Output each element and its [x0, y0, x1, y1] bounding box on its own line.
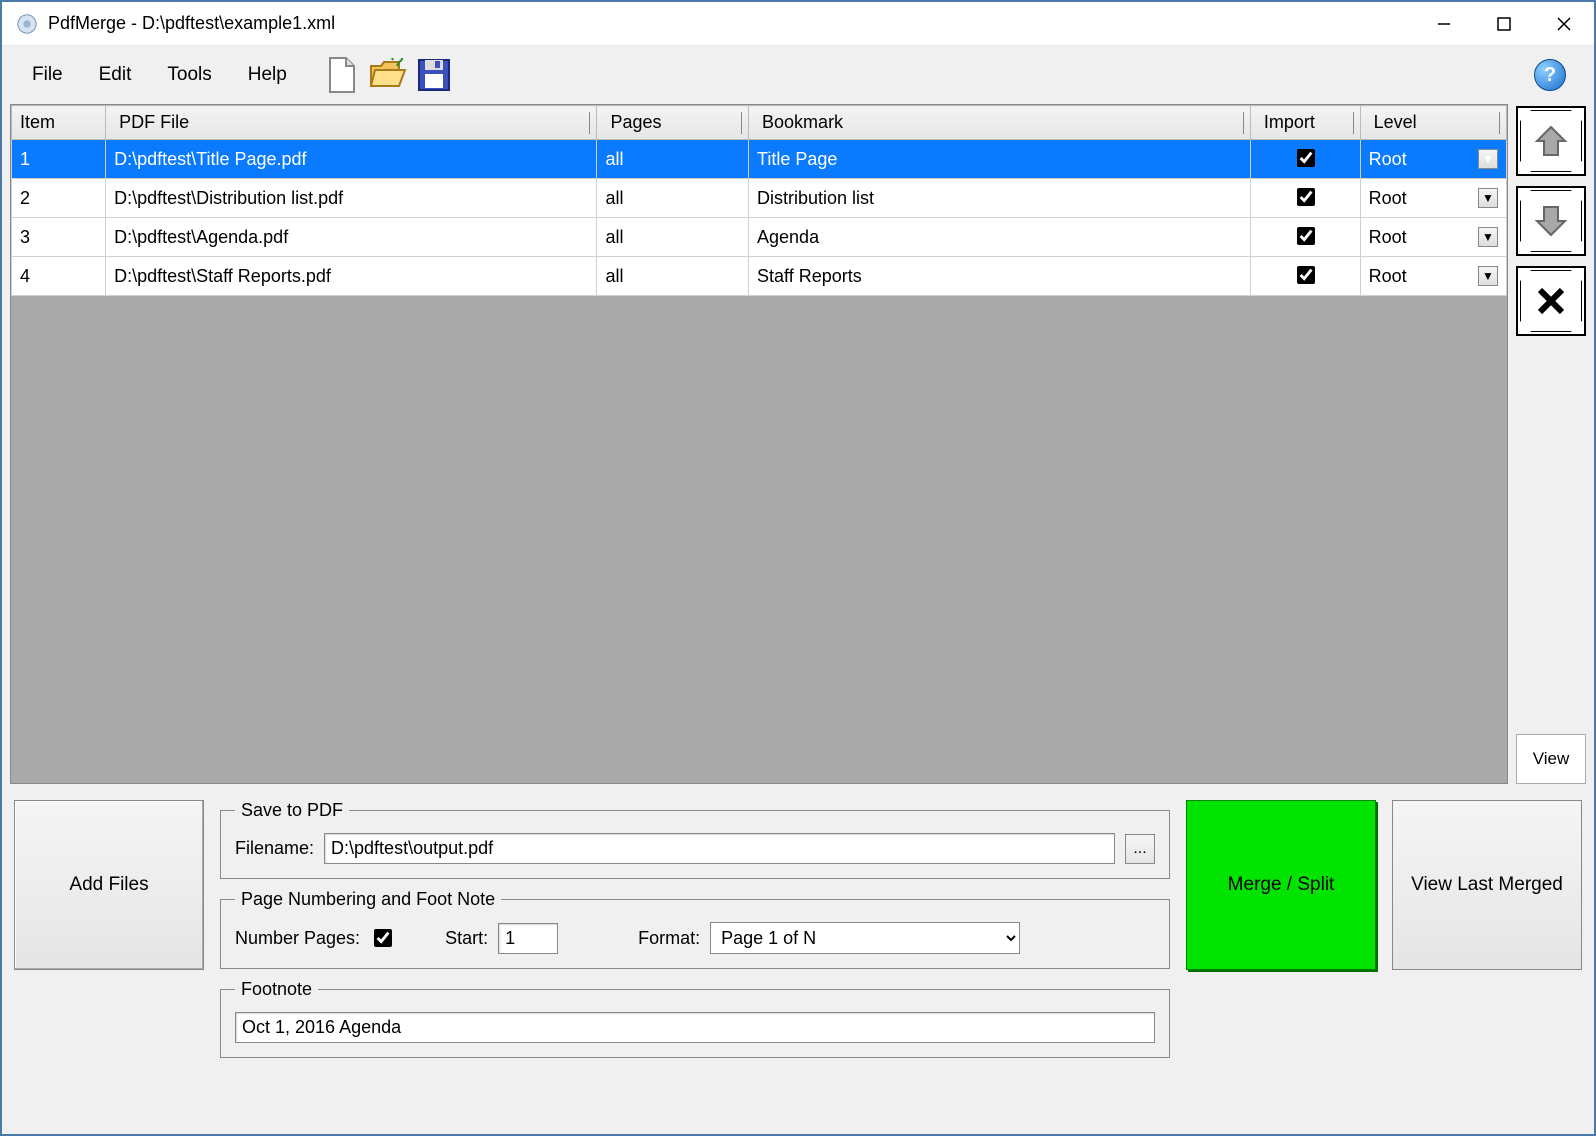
minimize-button[interactable]	[1414, 2, 1474, 46]
menu-edit[interactable]: Edit	[81, 58, 150, 92]
arrow-up-icon	[1531, 121, 1571, 161]
view-button[interactable]: View	[1516, 734, 1586, 784]
footnote-input[interactable]	[235, 1012, 1155, 1043]
maximize-button[interactable]	[1474, 2, 1534, 46]
cell-level[interactable]: Root▼	[1360, 140, 1506, 179]
add-files-button[interactable]: Add Files	[14, 800, 204, 970]
view-last-merged-button[interactable]: View Last Merged	[1392, 800, 1582, 970]
delete-row-button[interactable]	[1516, 266, 1586, 336]
titlebar: PdfMerge - D:\pdftest\example1.xml	[2, 2, 1594, 46]
import-checkbox[interactable]	[1297, 266, 1315, 284]
close-button[interactable]	[1534, 2, 1594, 46]
cell-pages[interactable]: all	[597, 140, 749, 179]
col-item[interactable]: Item	[12, 106, 106, 140]
chevron-down-icon[interactable]: ▼	[1478, 266, 1498, 286]
col-pages[interactable]: Pages	[597, 106, 749, 140]
merge-split-button[interactable]: Merge / Split	[1186, 800, 1376, 970]
window-title: PdfMerge - D:\pdftest\example1.xml	[48, 13, 1414, 34]
format-select[interactable]: Page 1 of N	[710, 922, 1020, 954]
cell-import[interactable]	[1250, 140, 1360, 179]
table-row[interactable]: 4D:\pdftest\Staff Reports.pdfallStaff Re…	[12, 257, 1507, 296]
numbering-legend: Page Numbering and Foot Note	[235, 889, 501, 910]
browse-button[interactable]: ...	[1125, 834, 1155, 864]
start-input[interactable]	[498, 923, 558, 954]
save-legend: Save to PDF	[235, 800, 349, 821]
chevron-down-icon[interactable]: ▼	[1478, 227, 1498, 247]
cell-bookmark[interactable]: Agenda	[749, 218, 1251, 257]
format-label: Format:	[638, 928, 700, 949]
cell-file[interactable]: D:\pdftest\Agenda.pdf	[106, 218, 597, 257]
chevron-down-icon[interactable]: ▼	[1478, 188, 1498, 208]
cell-item[interactable]: 1	[12, 140, 106, 179]
cell-import[interactable]	[1250, 179, 1360, 218]
table-row[interactable]: 3D:\pdftest\Agenda.pdfallAgenda Root▼	[12, 218, 1507, 257]
cell-item[interactable]: 2	[12, 179, 106, 218]
cell-import[interactable]	[1250, 218, 1360, 257]
move-down-button[interactable]	[1516, 186, 1586, 256]
col-file[interactable]: PDF File	[106, 106, 597, 140]
number-pages-label: Number Pages:	[235, 928, 360, 949]
cell-bookmark[interactable]: Staff Reports	[749, 257, 1251, 296]
cell-level[interactable]: Root▼	[1360, 218, 1506, 257]
cell-level[interactable]: Root▼	[1360, 179, 1506, 218]
import-checkbox[interactable]	[1297, 149, 1315, 167]
page-numbering-group: Page Numbering and Foot Note Number Page…	[220, 889, 1170, 969]
cell-item[interactable]: 3	[12, 218, 106, 257]
save-to-pdf-group: Save to PDF Filename: ...	[220, 800, 1170, 879]
table-row[interactable]: 2D:\pdftest\Distribution list.pdfallDist…	[12, 179, 1507, 218]
cell-pages[interactable]: all	[597, 218, 749, 257]
save-file-icon[interactable]	[413, 54, 455, 96]
filename-label: Filename:	[235, 838, 314, 859]
cell-file[interactable]: D:\pdftest\Title Page.pdf	[106, 140, 597, 179]
new-file-icon[interactable]	[321, 54, 363, 96]
cell-file[interactable]: D:\pdftest\Staff Reports.pdf	[106, 257, 597, 296]
x-icon	[1532, 282, 1570, 320]
arrow-down-icon	[1531, 201, 1571, 241]
cell-bookmark[interactable]: Distribution list	[749, 179, 1251, 218]
import-checkbox[interactable]	[1297, 188, 1315, 206]
cell-item[interactable]: 4	[12, 257, 106, 296]
import-checkbox[interactable]	[1297, 227, 1315, 245]
number-pages-checkbox[interactable]	[374, 929, 392, 947]
col-import[interactable]: Import	[1250, 106, 1360, 140]
footnote-group: Footnote	[220, 979, 1170, 1058]
cell-level[interactable]: Root▼	[1360, 257, 1506, 296]
start-label: Start:	[445, 928, 488, 949]
menu-file[interactable]: File	[14, 58, 81, 92]
footnote-legend: Footnote	[235, 979, 318, 1000]
cell-file[interactable]: D:\pdftest\Distribution list.pdf	[106, 179, 597, 218]
filename-input[interactable]	[324, 833, 1115, 864]
cell-bookmark[interactable]: Title Page	[749, 140, 1251, 179]
menu-help[interactable]: Help	[230, 58, 305, 92]
file-table[interactable]: Item PDF File Pages Bookmark Import Leve…	[10, 104, 1508, 784]
chevron-down-icon[interactable]: ▼	[1478, 149, 1498, 169]
cell-pages[interactable]: all	[597, 179, 749, 218]
table-row[interactable]: 1D:\pdftest\Title Page.pdfallTitle Page R…	[12, 140, 1507, 179]
open-file-icon[interactable]	[367, 54, 409, 96]
menu-tools[interactable]: Tools	[149, 58, 229, 92]
cell-import[interactable]	[1250, 257, 1360, 296]
col-level[interactable]: Level	[1360, 106, 1506, 140]
move-up-button[interactable]	[1516, 106, 1586, 176]
col-bookmark[interactable]: Bookmark	[749, 106, 1251, 140]
menubar: File Edit Tools Help ?	[2, 46, 1594, 104]
help-icon[interactable]: ?	[1534, 59, 1566, 91]
app-icon	[16, 13, 38, 35]
cell-pages[interactable]: all	[597, 257, 749, 296]
